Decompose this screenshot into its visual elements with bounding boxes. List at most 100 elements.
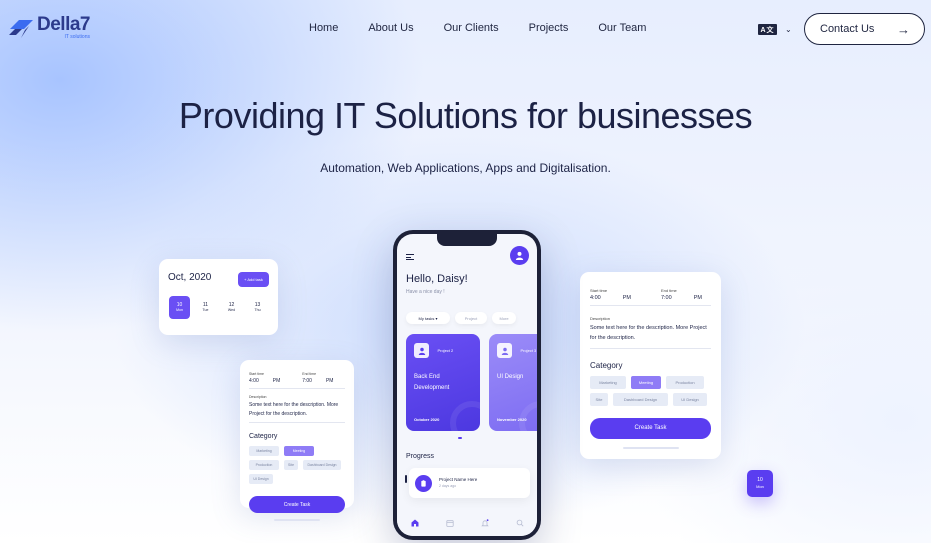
- tab-label: My tasks: [418, 315, 435, 321]
- divider: [590, 347, 711, 349]
- divider: [249, 422, 345, 423]
- project-date: October 2020: [414, 417, 440, 422]
- project-tag: Project 2: [437, 348, 454, 354]
- date-pill[interactable]: 10 Mon: [747, 470, 773, 497]
- logo[interactable]: Della7 IT solutions: [7, 15, 90, 40]
- task-date: 2 days ago: [439, 483, 457, 488]
- hero-title: Providing IT Solutions for businesses: [178, 95, 753, 136]
- description-label: Description: [590, 316, 611, 321]
- logo-mark-icon: [9, 20, 33, 38]
- chip-production[interactable]: Production: [666, 375, 704, 389]
- chip-marketing[interactable]: Marketing: [590, 375, 626, 389]
- project-title: Back End Development: [414, 374, 450, 392]
- task-form-card-small: Start time 4:00 PM End time 7:00 PM Descri…: [240, 360, 354, 521]
- project-card[interactable]: Project 2 Back End Development October 2…: [406, 334, 480, 431]
- user-icon: [515, 251, 524, 260]
- day-of-week: Thu: [254, 308, 261, 313]
- greeting: Hello, Daisy!: [406, 273, 468, 285]
- phone-screen: Hello, Daisy! Have a nice day ! My tasks…: [397, 234, 537, 536]
- end-time-value[interactable]: 7:00: [661, 295, 672, 301]
- description-text[interactable]: Some text here for the description. More…: [249, 401, 345, 418]
- description-text[interactable]: Some text here for the description. More…: [590, 323, 711, 344]
- chip-meeting[interactable]: Meeting: [284, 446, 314, 456]
- bell-icon[interactable]: [480, 519, 489, 527]
- project-title: UI Design: [497, 374, 524, 380]
- nav-our-team[interactable]: Our Team: [598, 22, 646, 34]
- main-nav: Home About Us Our Clients Projects Our T…: [309, 22, 676, 34]
- calendar-day[interactable]: 10 Mon: [169, 296, 190, 319]
- chip-dashboard-design[interactable]: Dashboard Design: [303, 460, 341, 470]
- start-time-value[interactable]: 4:00: [590, 295, 601, 301]
- task-edge-marker: [405, 475, 407, 483]
- end-time-label: End time: [660, 288, 677, 293]
- calendar-icon[interactable]: [445, 519, 454, 527]
- tab-project[interactable]: Project: [455, 312, 487, 324]
- start-time-label: Start time: [590, 288, 608, 293]
- day-of-week: Tue: [202, 308, 209, 313]
- date-pill-dow: Mon: [756, 484, 764, 490]
- chevron-down-icon: ⌄: [785, 25, 792, 34]
- chip-ui-design[interactable]: UI Design: [249, 474, 273, 484]
- chip-marketing[interactable]: Marketing: [249, 446, 279, 456]
- calendar-day[interactable]: 12 Wed: [221, 296, 242, 319]
- create-task-button[interactable]: Create Task: [590, 417, 711, 439]
- nav-home[interactable]: Home: [309, 22, 338, 34]
- home-indicator: [274, 519, 320, 521]
- chip-site[interactable]: Site: [284, 460, 298, 470]
- tab-more[interactable]: More: [492, 312, 516, 324]
- menu-icon[interactable]: [406, 254, 414, 260]
- greeting-sub: Have a nice day !: [406, 289, 445, 295]
- bottom-tab-bar: [397, 510, 537, 536]
- progress-task[interactable]: Project Name Here 2 days ago: [409, 468, 530, 498]
- chip-meeting[interactable]: Meeting: [631, 375, 661, 389]
- phone-tabs: My tasks ▾ Project More: [406, 312, 516, 324]
- category-chips: Marketing Meeting Production Site Dashbo…: [590, 375, 711, 406]
- decorative-ring: [519, 401, 537, 431]
- home-icon[interactable]: [411, 519, 419, 527]
- contact-us-label: Contact Us: [820, 23, 875, 35]
- chip-ui-design[interactable]: UI Design: [673, 392, 707, 406]
- add-task-button[interactable]: + Add task: [238, 272, 269, 287]
- tab-my-tasks[interactable]: My tasks ▾: [406, 312, 450, 324]
- calendar-day[interactable]: 13 Thu: [247, 296, 268, 319]
- date-pill-number: 10: [757, 477, 763, 484]
- arrow-right-icon: →: [897, 21, 910, 37]
- create-task-button[interactable]: Create Task: [249, 496, 345, 513]
- carousel-indicator: [458, 437, 462, 439]
- divider: [590, 305, 711, 306]
- task-form-card-large: Start time 4:00 PM End time 7:00 PM Descri…: [580, 272, 721, 459]
- clipboard-icon: [415, 474, 432, 492]
- user-icon: [414, 343, 429, 359]
- phone-mockup: Hello, Daisy! Have a nice day ! My tasks…: [393, 230, 541, 540]
- search-icon[interactable]: [516, 519, 524, 527]
- avatar[interactable]: [510, 246, 529, 265]
- language-selector[interactable]: A文 ⌄: [758, 24, 792, 35]
- day-of-week: Wed: [227, 308, 236, 313]
- hero-subtitle: Automation, Web Applications, Apps and D…: [320, 161, 611, 175]
- start-ampm[interactable]: PM: [623, 295, 631, 301]
- end-time-value[interactable]: 7:00: [302, 378, 312, 384]
- project-card[interactable]: Project 3 UI Design November 2020: [489, 334, 537, 431]
- calendar-days: 10 Mon 11 Tue 12 Wed 13 Thu: [169, 296, 268, 319]
- chip-site[interactable]: Site: [590, 392, 608, 406]
- category-label: Category: [590, 360, 623, 370]
- nav-about-us[interactable]: About Us: [368, 22, 413, 34]
- description-label: Description: [249, 395, 267, 399]
- translate-icon: A文: [758, 24, 777, 35]
- nav-projects[interactable]: Projects: [529, 22, 569, 34]
- nav-our-clients[interactable]: Our Clients: [444, 22, 499, 34]
- contact-us-button[interactable]: Contact Us →: [804, 13, 925, 45]
- calendar-day[interactable]: 11 Tue: [195, 296, 216, 319]
- start-time-value[interactable]: 4:00: [249, 378, 259, 384]
- phone-notch: [437, 234, 497, 246]
- calendar-card: Oct, 2020 + Add task 10 Mon 11 Tue 12 We…: [159, 259, 278, 335]
- end-time-label: End time: [302, 372, 317, 376]
- task-name: Project Name Here: [439, 477, 478, 482]
- end-ampm[interactable]: PM: [326, 378, 334, 384]
- category-chips: Marketing Meeting Production Site Dashbo…: [249, 446, 345, 484]
- brand-name: Della7: [37, 14, 90, 35]
- chip-dashboard-design[interactable]: Dashboard Design: [613, 392, 668, 406]
- start-ampm[interactable]: PM: [273, 378, 281, 384]
- chip-production[interactable]: Production: [249, 460, 279, 470]
- end-ampm[interactable]: PM: [694, 295, 702, 301]
